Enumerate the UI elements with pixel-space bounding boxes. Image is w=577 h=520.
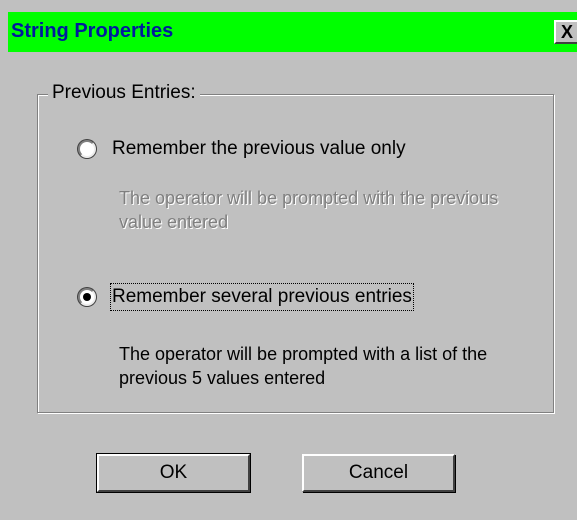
radio-button-several-previous-entries[interactable] [78, 288, 96, 306]
radio-selected-dot [83, 293, 91, 301]
title-bar: String Properties X [8, 12, 577, 52]
window-title: String Properties [11, 20, 174, 42]
close-button[interactable]: X [554, 20, 577, 44]
previous-entries-legend: Previous Entries: [48, 81, 200, 105]
radio-label-previous-value-only[interactable]: Remember the previous value only [112, 137, 406, 161]
radio-label-several-previous-entries[interactable]: Remember several previous entries [110, 283, 414, 311]
radio-option-previous-value-only[interactable]: Remember the previous value only [78, 136, 406, 162]
radio-option-several-previous-entries[interactable]: Remember several previous entries [78, 283, 414, 311]
ok-button[interactable]: OK [96, 453, 251, 493]
cancel-button[interactable]: Cancel [302, 454, 455, 492]
description-previous-value-only: The operator will be prompted with the p… [119, 188, 499, 232]
radio-button-previous-value-only[interactable] [78, 140, 96, 158]
close-icon: X [560, 22, 573, 42]
string-properties-dialog: String Properties X Previous Entries: Re… [0, 0, 577, 520]
description-several-previous-entries: The operator will be prompted with a lis… [119, 344, 488, 388]
